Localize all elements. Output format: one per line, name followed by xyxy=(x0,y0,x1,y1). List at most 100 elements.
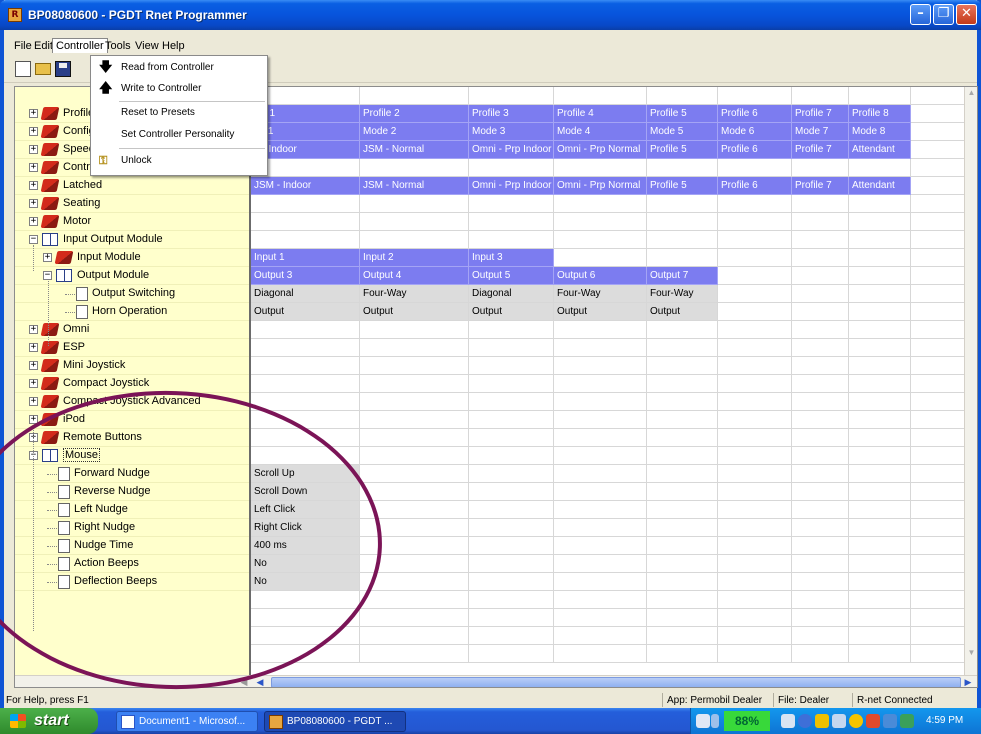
grid-cell[interactable] xyxy=(647,591,718,609)
grid-cell[interactable]: Profile 6 xyxy=(718,105,792,123)
grid-cell[interactable] xyxy=(911,303,965,321)
grid-cell[interactable] xyxy=(360,483,469,501)
grid-cell[interactable] xyxy=(251,447,360,465)
save-disk-icon[interactable] xyxy=(55,61,71,77)
battery-indicator[interactable]: 88% xyxy=(724,711,770,731)
display-icon[interactable] xyxy=(883,714,897,728)
grid-cell[interactable]: Output xyxy=(251,303,360,321)
tree-item[interactable]: Horn Operation xyxy=(15,303,249,321)
grid-cell[interactable] xyxy=(469,591,554,609)
grid-cell[interactable] xyxy=(360,321,469,339)
grid-cell[interactable]: No xyxy=(251,555,360,573)
grid-cell[interactable] xyxy=(718,249,792,267)
grid-cell[interactable] xyxy=(360,393,469,411)
grid-cell[interactable] xyxy=(469,195,554,213)
grid-cell[interactable] xyxy=(647,321,718,339)
horizontal-scrollbar[interactable]: ◀ ◀ ▶ xyxy=(15,675,977,687)
grid-cell[interactable] xyxy=(554,321,647,339)
grid-cell[interactable] xyxy=(251,591,360,609)
grid-cell[interactable] xyxy=(251,375,360,393)
grid-cell[interactable] xyxy=(849,501,911,519)
grid-cell[interactable] xyxy=(792,483,849,501)
grid-cell[interactable] xyxy=(792,573,849,591)
grid-cell[interactable] xyxy=(718,555,792,573)
grid-cell[interactable] xyxy=(647,483,718,501)
grid-cell[interactable] xyxy=(792,249,849,267)
expand-icon[interactable]: + xyxy=(29,199,38,208)
tree-item[interactable]: Output Switching xyxy=(15,285,249,303)
grid-cell[interactable] xyxy=(251,357,360,375)
grid-cell[interactable] xyxy=(554,429,647,447)
grid-cell[interactable] xyxy=(360,429,469,447)
grid-cell[interactable] xyxy=(792,411,849,429)
grid-cell[interactable] xyxy=(554,465,647,483)
grid-cell[interactable] xyxy=(647,231,718,249)
scrollbar-thumb[interactable] xyxy=(271,677,961,687)
grid-cell[interactable] xyxy=(849,645,911,663)
grid-cell[interactable] xyxy=(554,645,647,663)
grid-cell[interactable] xyxy=(360,537,469,555)
grid-cell[interactable] xyxy=(718,195,792,213)
grid-cell[interactable] xyxy=(849,159,911,177)
tree-item[interactable]: + Remote Buttons xyxy=(15,429,249,447)
grid-cell[interactable] xyxy=(251,339,360,357)
grid-cell[interactable]: Scroll Up xyxy=(251,465,360,483)
grid-cell[interactable] xyxy=(469,627,554,645)
grid-cell[interactable] xyxy=(718,231,792,249)
grid-cell[interactable] xyxy=(360,357,469,375)
grid-cell[interactable] xyxy=(718,267,792,285)
grid-cell[interactable] xyxy=(469,231,554,249)
grid-cell[interactable] xyxy=(792,627,849,645)
grid-cell[interactable] xyxy=(469,483,554,501)
grid-cell[interactable] xyxy=(792,87,849,105)
grid-cell[interactable]: Mode 3 xyxy=(469,123,554,141)
expand-icon[interactable]: + xyxy=(29,379,38,388)
title-bar[interactable]: R BP08080600 - PGDT Rnet Programmer – ❐ … xyxy=(0,0,981,30)
grid-cell[interactable] xyxy=(849,393,911,411)
grid-cell[interactable]: Profile 8 xyxy=(849,105,911,123)
grid-cell[interactable] xyxy=(647,609,718,627)
tree-item[interactable]: + Seating xyxy=(15,195,249,213)
grid-cell[interactable] xyxy=(849,87,911,105)
grid-cell[interactable]: Output 3 xyxy=(251,267,360,285)
grid-cell[interactable] xyxy=(718,609,792,627)
task-pgdt-programmer[interactable]: BP08080600 - PGDT ... xyxy=(264,711,406,732)
tree-item[interactable]: Action Beeps xyxy=(15,555,249,573)
grid-cell[interactable] xyxy=(911,501,965,519)
grid-cell[interactable] xyxy=(792,195,849,213)
grid-cell[interactable] xyxy=(360,609,469,627)
grid-cell[interactable] xyxy=(911,177,965,195)
grid-cell[interactable]: Four-Way xyxy=(360,285,469,303)
grid-cell[interactable] xyxy=(792,393,849,411)
grid-cell[interactable] xyxy=(911,591,965,609)
grid-cell[interactable] xyxy=(849,429,911,447)
grid-cell[interactable] xyxy=(554,483,647,501)
scroll-up-icon[interactable]: ▲ xyxy=(966,87,977,99)
grid-cell[interactable] xyxy=(911,249,965,267)
grid-cell[interactable] xyxy=(360,213,469,231)
tree-item[interactable]: Left Nudge xyxy=(15,501,249,519)
grid-cell[interactable] xyxy=(360,87,469,105)
grid-cell[interactable] xyxy=(360,555,469,573)
grid-cell[interactable] xyxy=(849,483,911,501)
expand-icon[interactable]: + xyxy=(43,253,52,262)
grid-cell[interactable] xyxy=(360,339,469,357)
grid-cell[interactable]: Right Click xyxy=(251,519,360,537)
grid-cell[interactable] xyxy=(849,555,911,573)
tree-item[interactable]: − Output Module xyxy=(15,267,249,285)
grid-cell[interactable] xyxy=(251,393,360,411)
grid-cell[interactable]: JSM - Indoor xyxy=(251,177,360,195)
tree-item[interactable]: + Mini Joystick xyxy=(15,357,249,375)
grid-cell[interactable] xyxy=(849,375,911,393)
grid-cell[interactable]: Profile 6 xyxy=(718,141,792,159)
grid-cell[interactable] xyxy=(469,159,554,177)
grid-cell[interactable] xyxy=(911,573,965,591)
grid-cell[interactable] xyxy=(911,393,965,411)
grid-cell[interactable] xyxy=(849,519,911,537)
grid-cell[interactable] xyxy=(911,105,965,123)
tree-item[interactable]: Reverse Nudge xyxy=(15,483,249,501)
grid-cell[interactable] xyxy=(469,609,554,627)
grid-cell[interactable] xyxy=(849,249,911,267)
grid-cell[interactable] xyxy=(647,627,718,645)
scroll-left-icon[interactable]: ◀ xyxy=(253,676,267,687)
